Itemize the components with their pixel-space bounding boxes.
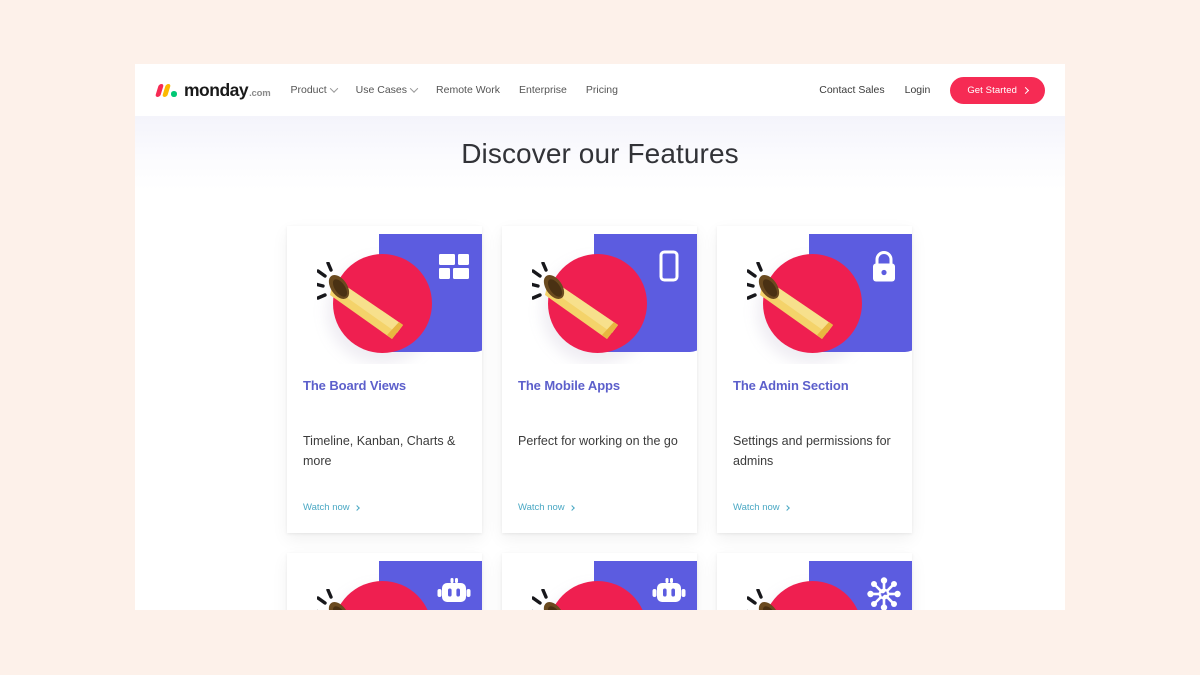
feature-card-body: The Admin Section Settings and permissio… <box>717 364 912 533</box>
padlock-icon <box>873 251 895 282</box>
get-started-label: Get Started <box>967 84 1017 96</box>
nav-item-pricing-label: Pricing <box>585 84 618 96</box>
megaphone-icon <box>532 589 565 610</box>
nav-item-use-cases[interactable]: Use Cases <box>355 84 419 96</box>
browser-content-panel: monday .com Product Use Cases Remote Wor… <box>135 64 1065 610</box>
feature-card-media <box>717 553 912 610</box>
top-navbar: monday .com Product Use Cases Remote Wor… <box>135 64 1065 116</box>
feature-card-media <box>502 553 697 610</box>
monday-logo-mark-icon <box>155 83 181 97</box>
feature-card-title: The Mobile Apps <box>518 378 621 393</box>
nav-item-contact-sales-label: Contact Sales <box>819 84 885 96</box>
robot-icon <box>437 578 471 602</box>
nav-item-enterprise-label: Enterprise <box>519 84 567 96</box>
nav-item-pricing[interactable]: Pricing <box>586 84 618 96</box>
feature-card[interactable]: The Mobile Apps Perfect for working on t… <box>502 226 697 533</box>
robot-icon <box>652 578 686 602</box>
feature-card[interactable] <box>717 553 912 610</box>
feature-card-title: The Board Views <box>303 378 407 393</box>
watch-now-link[interactable]: Watch now <box>733 502 790 513</box>
nav-item-remote-work[interactable]: Remote Work <box>436 84 500 96</box>
integrations-hub-icon <box>867 577 901 610</box>
megaphone-icon <box>317 589 350 610</box>
chevron-right-icon <box>568 504 575 511</box>
feature-card-body: The Mobile Apps Perfect for working on t… <box>502 364 697 533</box>
chevron-down-icon <box>409 84 419 93</box>
megaphone-icon <box>532 262 618 339</box>
feature-card-description: Settings and permissions for admins <box>733 434 891 469</box>
nav-item-enterprise[interactable]: Enterprise <box>519 84 567 96</box>
chevron-right-icon <box>1021 86 1030 94</box>
feature-card[interactable]: The Admin Section Settings and permissio… <box>717 226 912 533</box>
monday-logo[interactable]: monday .com <box>155 79 271 101</box>
features-section: The Board Views Timeline, Kanban, Charts… <box>135 190 1065 610</box>
feature-card[interactable] <box>287 553 482 610</box>
nav-item-product-label: Product <box>290 84 327 96</box>
watch-now-link[interactable]: Watch now <box>303 502 360 513</box>
chevron-right-icon <box>783 504 790 511</box>
megaphone-icon <box>317 262 403 339</box>
feature-card-body: The Board Views Timeline, Kanban, Charts… <box>287 364 482 533</box>
hero-section: Discover our Features <box>135 116 1065 190</box>
nav-item-remote-work-label: Remote Work <box>436 84 501 96</box>
primary-nav: Product Use Cases Remote Work Enterprise… <box>290 84 618 96</box>
chevron-right-icon <box>353 504 360 511</box>
brand-tld: .com <box>249 87 271 99</box>
megaphone-icon <box>747 589 780 610</box>
nav-item-login[interactable]: Login <box>905 84 931 96</box>
feature-card-media <box>502 226 697 364</box>
chevron-down-icon <box>329 84 338 93</box>
page-title: Discover our Features <box>461 138 739 169</box>
board-grid-icon <box>439 254 469 279</box>
features-grid: The Board Views Timeline, Kanban, Charts… <box>287 226 913 610</box>
feature-card-description: Timeline, Kanban, Charts & more <box>303 434 456 469</box>
megaphone-icon <box>747 262 833 339</box>
watch-now-label: Watch now <box>518 502 565 513</box>
nav-item-product[interactable]: Product <box>290 84 338 96</box>
feature-card-description: Perfect for working on the go <box>518 434 678 448</box>
watch-now-label: Watch now <box>733 502 780 513</box>
screen: monday .com Product Use Cases Remote Wor… <box>0 0 1200 675</box>
secondary-nav: Contact Sales Login Get Started <box>819 76 1045 104</box>
feature-card[interactable]: The Board Views Timeline, Kanban, Charts… <box>287 226 482 533</box>
brand-name: monday <box>184 79 249 100</box>
feature-card-media <box>287 226 482 364</box>
get-started-button[interactable]: Get Started <box>950 76 1045 104</box>
watch-now-label: Watch now <box>303 502 350 513</box>
feature-card-media <box>287 553 482 610</box>
mobile-phone-icon <box>659 250 679 282</box>
nav-item-use-cases-label: Use Cases <box>355 84 408 96</box>
nav-item-contact-sales[interactable]: Contact Sales <box>819 84 884 96</box>
watch-now-link[interactable]: Watch now <box>518 502 575 513</box>
nav-item-login-label: Login <box>904 84 931 96</box>
feature-card-media <box>717 226 912 364</box>
feature-card-title: The Admin Section <box>733 378 849 393</box>
feature-card[interactable] <box>502 553 697 610</box>
